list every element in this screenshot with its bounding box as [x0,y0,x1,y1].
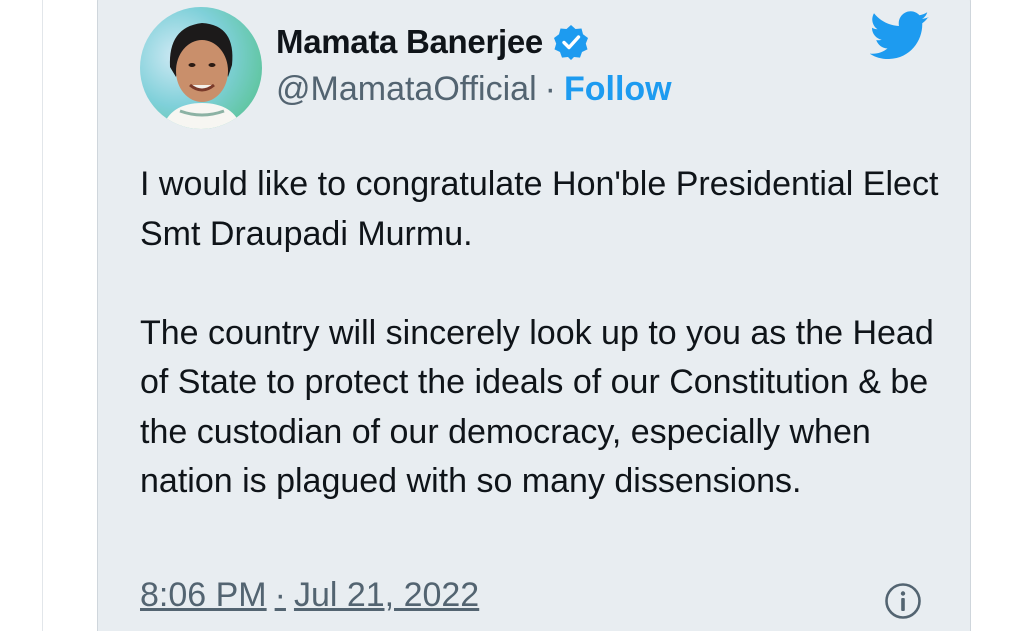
author-name-row: Mamata Banerjee [276,22,591,62]
author-handle[interactable]: @MamataOfficial [276,70,537,109]
display-name[interactable]: Mamata Banerjee [276,23,543,61]
profile-photo [162,23,242,129]
tweet-time[interactable]: 8:06 PM [140,576,267,615]
meta-separator: · [274,576,286,614]
author-handle-row: @MamataOfficial · Follow [276,70,672,109]
verified-badge-icon [553,25,588,60]
page: Mamata Banerjee @MamataOfficial · Follow… [0,0,1024,631]
tweet-body: I would like to congratulate Hon'ble Pre… [140,160,940,507]
separator-dot: · [544,70,556,108]
divider [42,0,43,631]
tweet-paragraph: I would like to congratulate Hon'ble Pre… [140,165,939,253]
twitter-bird-icon[interactable] [870,10,930,62]
tweet-meta: 8:06 PM · Jul 21, 2022 [140,576,479,615]
tweet-date[interactable]: Jul 21, 2022 [294,576,479,615]
follow-button[interactable]: Follow [564,70,672,109]
info-icon[interactable] [884,582,922,620]
tweet-paragraph: The country will sincerely look up to yo… [140,313,934,501]
avatar[interactable] [140,7,262,129]
